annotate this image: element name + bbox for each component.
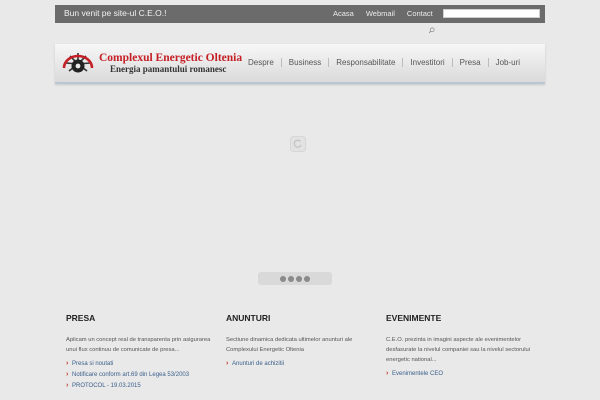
link-list: › Presa si noutati › Notificare conform ar…	[66, 360, 216, 389]
section-description: Sectiune dinamica dedicata ultimelor anu…	[226, 337, 353, 353]
list-item[interactable]: › Evenimentele CEO	[386, 370, 536, 377]
brand-title[interactable]: Complexul Energetic Oltenia	[99, 52, 242, 64]
list-item[interactable]: › Notificare conform art.69 din Legea 53/…	[66, 371, 216, 378]
main-nav: Despre Business Responsabilitate Investi…	[241, 58, 527, 67]
link-text[interactable]: Notificare conform art.69 din Legea 53/2…	[72, 372, 189, 378]
top-links: Acasa Webmail Contact	[333, 9, 433, 18]
section-title: ANUNTURI	[226, 313, 271, 323]
nav-item-investitori[interactable]: Investitori	[402, 58, 451, 67]
section-title: PRESA	[66, 313, 96, 323]
section-anunturi: ANUNTURI Sectiune dinamica dedicata ulti…	[226, 313, 376, 372]
brand-subtitle: Energia pamantului romanesc	[110, 64, 227, 74]
slider-dot[interactable]	[296, 275, 302, 282]
search-icon[interactable]	[428, 27, 435, 34]
slider-pagination	[258, 272, 332, 285]
nav-item-business[interactable]: Business	[280, 58, 328, 67]
slider-dot[interactable]	[280, 275, 286, 282]
link-list: › Anunturi de achizitii	[226, 360, 376, 367]
home-link[interactable]: Acasa	[333, 9, 354, 18]
top-bar: Bun venit pe site-ul C.E.O.! Acasa Webma…	[55, 5, 545, 23]
section-presa: PRESA Aplicam un concept real de transpa…	[66, 313, 216, 394]
search-input[interactable]	[443, 9, 540, 18]
nav-item-presa[interactable]: Presa	[451, 58, 488, 67]
chevron-right-icon: ›	[66, 371, 69, 378]
list-item[interactable]: › Presa si noutati	[66, 360, 216, 367]
section-description: C.E.O. prezinta in imagini aspecte ale e…	[386, 337, 531, 363]
link-text[interactable]: PROTOCOL - 19.03.2015	[72, 383, 141, 389]
link-text[interactable]: Evenimentele CEO	[392, 371, 443, 377]
site-header: Complexul Energetic Oltenia Energia pama…	[55, 44, 545, 84]
link-text[interactable]: Anunturi de achizitii	[232, 361, 284, 367]
link-text[interactable]: Presa si noutati	[72, 361, 113, 367]
logo-gear-icon[interactable]	[61, 52, 95, 76]
nav-item-job-uri[interactable]: Job-uri	[487, 58, 527, 67]
slider-dot[interactable]	[304, 275, 310, 282]
section-evenimente: EVENIMENTE C.E.O. prezinta in imagini as…	[386, 313, 536, 382]
loading-icon	[290, 136, 306, 152]
list-item[interactable]: › PROTOCOL - 19.03.2015	[66, 382, 216, 389]
list-item[interactable]: › Anunturi de achizitii	[226, 360, 376, 367]
section-description: Aplicam un concept real de transparenta …	[66, 337, 211, 353]
chevron-right-icon: ›	[66, 360, 69, 367]
nav-item-responsabilitate[interactable]: Responsabilitate	[328, 58, 402, 67]
welcome-text: Bun venit pe site-ul C.E.O.!	[64, 8, 167, 18]
section-title: EVENIMENTE	[386, 313, 442, 323]
nav-item-despre[interactable]: Despre	[241, 58, 281, 67]
chevron-right-icon: ›	[386, 370, 389, 377]
webmail-link[interactable]: Webmail	[366, 9, 395, 18]
chevron-right-icon: ›	[226, 360, 229, 367]
slider-dot[interactable]	[288, 275, 294, 282]
chevron-right-icon: ›	[66, 382, 69, 389]
contact-link[interactable]: Contact	[407, 9, 433, 18]
link-list: › Evenimentele CEO	[386, 370, 536, 377]
